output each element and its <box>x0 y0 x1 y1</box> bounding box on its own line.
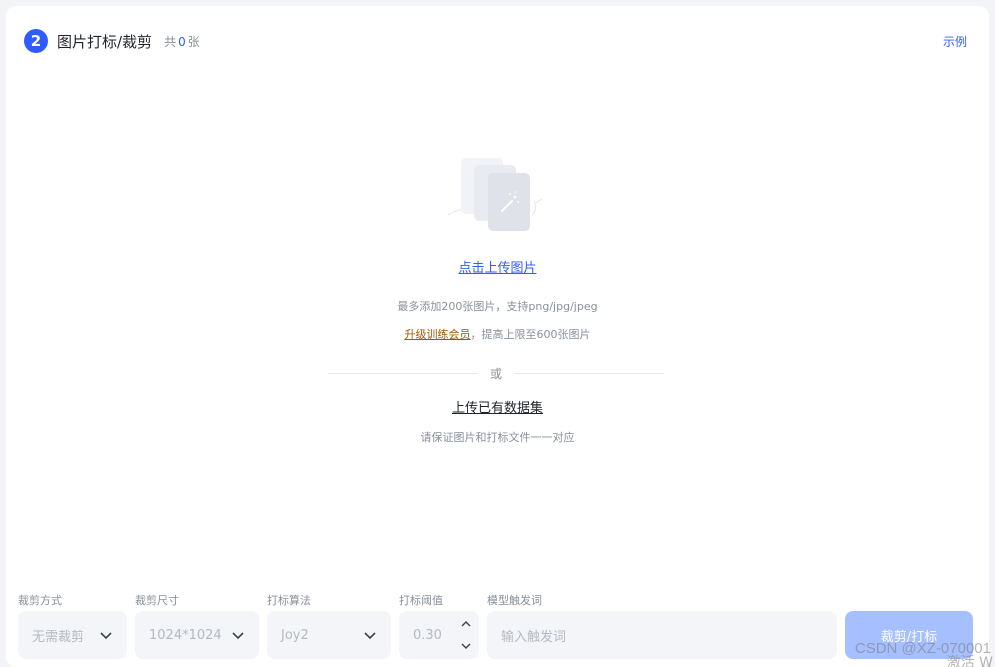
tag-algorithm-label: 打标算法 <box>267 594 311 607</box>
tag-algorithm-value: Joy2 <box>281 627 309 643</box>
vip-upgrade-suffix: ，提高上限至600张图片 <box>470 328 591 341</box>
trigger-word-label: 模型触发词 <box>487 594 542 607</box>
stepper-arrows <box>459 615 473 655</box>
chevron-down-icon <box>100 632 112 640</box>
vip-upgrade-line: 升级训练会员，提高上限至600张图片 <box>0 326 995 342</box>
decrement-button[interactable] <box>459 637 473 655</box>
divider-line-right <box>514 372 665 374</box>
count-value: 0 <box>178 34 186 49</box>
crop-method-select[interactable]: 无需裁剪 <box>18 611 127 659</box>
crop-method-label: 裁剪方式 <box>18 594 62 607</box>
chevron-down-icon <box>232 632 244 640</box>
chevron-up-icon <box>461 621 471 627</box>
trigger-word-input[interactable]: 输入触发词 <box>487 611 837 659</box>
step-number-badge: 2 <box>24 29 48 53</box>
example-link[interactable]: 示例 <box>943 33 967 50</box>
trigger-word-placeholder: 输入触发词 <box>501 629 567 645</box>
chevron-down-icon <box>461 643 471 649</box>
divider-line-left <box>328 372 478 374</box>
image-count: 共0张 <box>164 33 200 50</box>
vip-upgrade-link[interactable]: 升级训练会员 <box>405 328 471 341</box>
dataset-hint-text: 请保证图片和打标文件一一对应 <box>420 431 575 444</box>
tag-threshold-label: 打标阈值 <box>399 594 443 607</box>
upload-illustration-icon <box>447 158 543 231</box>
crop-size-select[interactable]: 1024*1024 <box>135 611 259 659</box>
count-prefix: 共 <box>164 34 177 49</box>
tag-threshold-stepper[interactable]: 0.30 <box>399 611 479 659</box>
upload-dataset-link[interactable]: 上传已有数据集 <box>0 397 995 416</box>
tag-algorithm-select[interactable]: Joy2 <box>267 611 391 659</box>
crop-size-value: 1024*1024 <box>149 627 222 643</box>
count-suffix: 张 <box>187 34 200 49</box>
crop-method-value: 无需裁剪 <box>32 629 85 645</box>
panel-title: 图片打标/裁剪 <box>57 32 153 51</box>
crop-size-label: 裁剪尺寸 <box>135 594 179 607</box>
tag-threshold-value: 0.30 <box>413 627 442 643</box>
activate-windows-text: 激活 W <box>946 655 993 667</box>
increment-button[interactable] <box>459 615 473 633</box>
or-text: 或 <box>490 366 503 381</box>
upload-images-link[interactable]: 点击上传图片 <box>0 257 995 276</box>
chevron-down-icon <box>364 632 376 640</box>
panel-header: 2 图片打标/裁剪 共0张 <box>24 28 200 54</box>
or-divider: 或 <box>328 364 665 382</box>
upload-limit-text: 最多添加200张图片，支持png/jpg/jpeg <box>397 300 598 313</box>
